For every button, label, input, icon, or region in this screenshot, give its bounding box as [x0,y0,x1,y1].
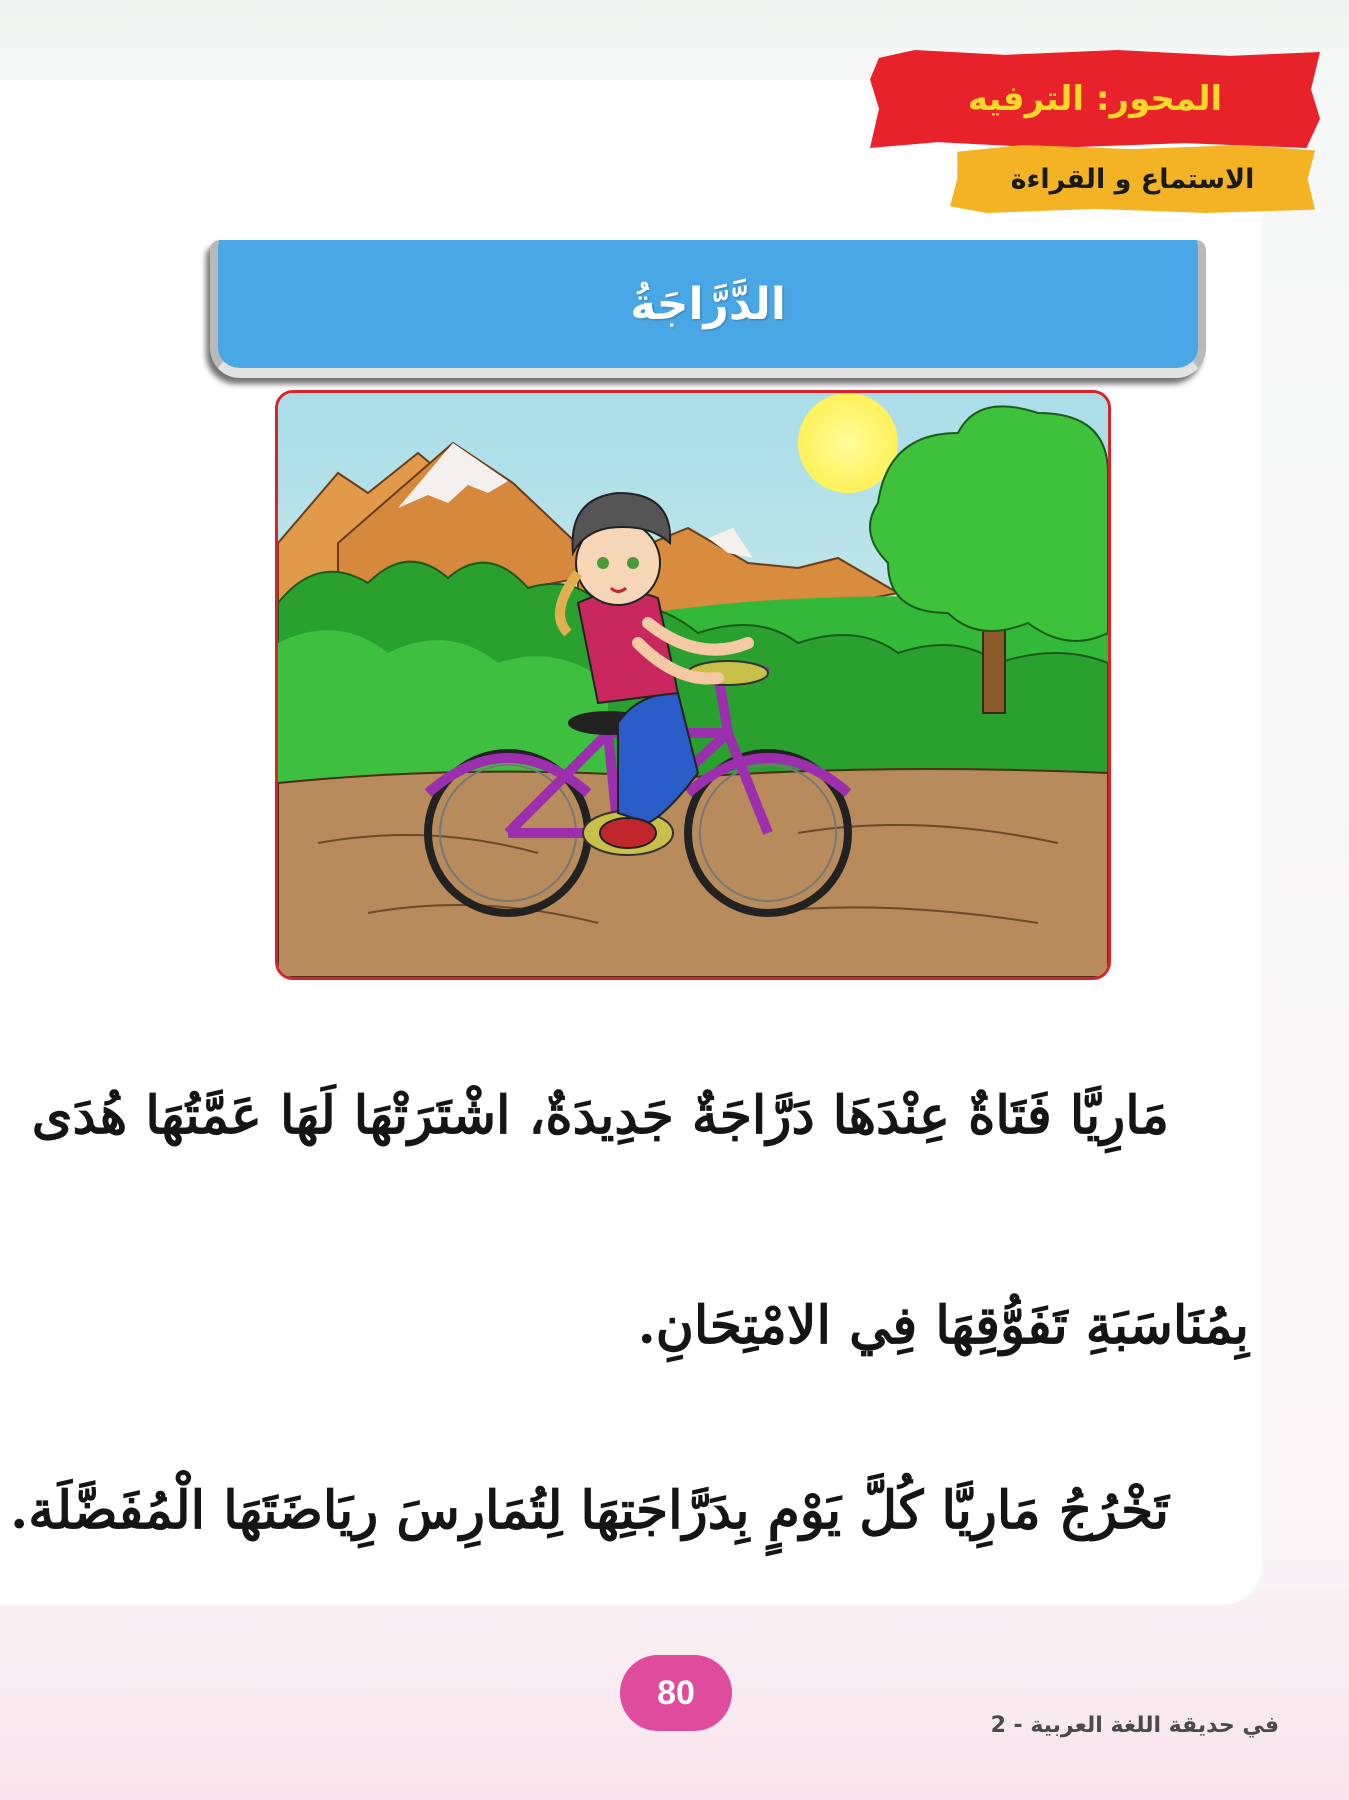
story-line-2: بِمُنَاسَبَةِ تَفَوُّقِهَا فِي الامْتِحَ… [637,1295,1249,1356]
axis-label: المحور: الترفيه [967,79,1223,119]
skill-label: الاستماع و القراءة [1010,163,1255,195]
book-title-footer: في حديقة اللغة العربية - 2 [990,1713,1279,1738]
lesson-title-bar: الدَّرَّاجَةُ [210,240,1206,378]
story-illustration [275,390,1111,980]
story-line-3: تَخْرُجُ مَارِيَّا كُلَّ يَوْمٍ بِدَرَّا… [10,1480,1169,1541]
sun [798,393,898,493]
page-number-badge: 80 [620,1655,732,1731]
lesson-title: الدَّرَّاجَةُ [630,278,786,330]
story-line-1: مَارِيَّا فَتَاةٌ عِنْدَهَا دَرَّاجَةٌ ج… [31,1085,1169,1146]
skill-banner: الاستماع و القراءة [950,145,1315,213]
girl-riding-bicycle-illustration [278,393,1108,977]
axis-banner: المحور: الترفيه [870,50,1320,148]
